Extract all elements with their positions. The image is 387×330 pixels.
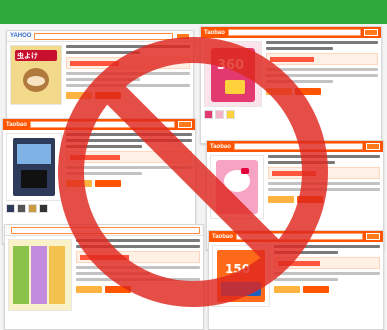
- store-logo: Taobao: [204, 29, 225, 36]
- search-input: [11, 226, 200, 234]
- banner-title: [0, 0, 387, 26]
- product-listing-screenshot-6: Taobao 150: [208, 230, 384, 330]
- buy-now-button: [66, 92, 92, 99]
- buy-now-button: [266, 88, 292, 95]
- add-to-cart-button: [297, 196, 323, 203]
- product-photo: 150: [212, 245, 270, 307]
- store-logo: Taobao: [6, 121, 27, 128]
- add-to-cart-button: [295, 88, 321, 95]
- search-button: [178, 121, 192, 128]
- product-label: 150: [225, 262, 251, 276]
- store-header: Taobao: [207, 141, 383, 152]
- search-input: [235, 233, 363, 240]
- product-label: 360: [217, 58, 245, 73]
- product-listing-screenshot-2: Taobao 360: [200, 26, 382, 144]
- search-button: [366, 233, 380, 240]
- store-header: Taobao: [209, 231, 383, 242]
- product-photo: [210, 155, 264, 219]
- add-to-cart-button: [95, 92, 121, 99]
- buy-now-button: [66, 180, 92, 187]
- product-photo: [8, 239, 72, 311]
- add-to-cart-button: [95, 180, 121, 187]
- add-to-cart-button: [303, 286, 329, 293]
- search-button: [364, 29, 378, 36]
- store-header: Taobao: [3, 119, 195, 130]
- product-info: [66, 45, 190, 105]
- buy-now-button: [274, 286, 300, 293]
- buy-now-button: [268, 196, 294, 203]
- store-logo: Taobao: [212, 233, 233, 240]
- product-photo: [6, 133, 62, 201]
- search-input: [233, 143, 363, 150]
- store-header: Taobao: [201, 27, 381, 38]
- add-to-cart-button: [105, 286, 131, 293]
- screenshot-collage: YAHOO 虫よけ Taobao 360 Taobao Taobao Taoba…: [0, 24, 387, 330]
- store-logo: YAHOO: [10, 33, 32, 39]
- product-info: [66, 133, 192, 201]
- buy-now-button: [76, 286, 102, 293]
- product-label: 虫よけ: [17, 52, 38, 60]
- product-photo: 360: [204, 41, 262, 107]
- product-photo: 虫よけ: [10, 45, 62, 105]
- product-listing-screenshot-5: [4, 224, 204, 330]
- search-input: [227, 29, 361, 36]
- product-info: [274, 245, 380, 307]
- search-button: [176, 32, 190, 40]
- product-info: [76, 239, 200, 311]
- product-info: [268, 155, 380, 219]
- search-button: [366, 143, 380, 150]
- store-logo: Taobao: [210, 143, 231, 150]
- search-input: [29, 121, 175, 128]
- search-input: [34, 32, 173, 40]
- store-header: [5, 225, 203, 236]
- store-header: YAHOO: [7, 31, 193, 42]
- product-info: [266, 41, 378, 107]
